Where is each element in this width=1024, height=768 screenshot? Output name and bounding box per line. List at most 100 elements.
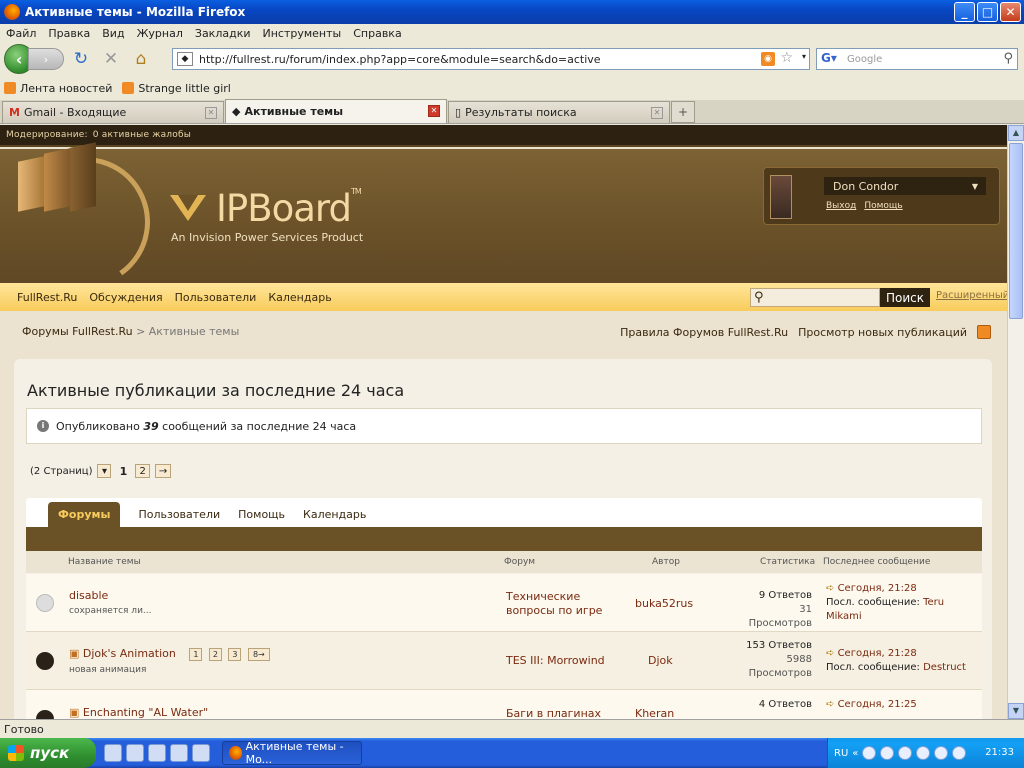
tray-icon[interactable]	[898, 746, 913, 760]
tab-search-results[interactable]: ▯ Результаты поиска ✕	[448, 101, 670, 123]
bookmark-strange-little-girl[interactable]: Strange little girl	[122, 82, 231, 95]
help-link[interactable]: Помощь	[864, 201, 902, 211]
page-jump-dropdown[interactable]: ▾	[97, 464, 112, 478]
tray-icon[interactable]	[952, 746, 967, 760]
minimize-button[interactable]: _	[954, 2, 975, 22]
new-tab-button[interactable]: +	[671, 101, 695, 123]
next-page-button[interactable]: →	[154, 464, 172, 478]
tab-forums[interactable]: Форумы	[48, 502, 121, 527]
quick-launch-icon[interactable]	[170, 744, 188, 762]
scroll-down-icon[interactable]: ▼	[1008, 703, 1024, 719]
forum-search-button[interactable]: Поиск	[880, 288, 930, 307]
topic-title-link[interactable]: disable	[69, 589, 108, 602]
bookmark-star-icon[interactable]: ☆	[780, 50, 793, 66]
last-post-date[interactable]: Сегодня, 21:28	[838, 583, 917, 594]
scrollbar-thumb[interactable]	[1009, 143, 1023, 319]
nav-fullrest[interactable]: FullRest.Ru	[17, 291, 77, 304]
menu-history[interactable]: Журнал	[137, 27, 183, 40]
maximize-button[interactable]: □	[977, 2, 998, 22]
topic-forum-link[interactable]: TES III: Morrowind	[506, 654, 626, 668]
tab-help[interactable]: Помощь	[238, 508, 285, 527]
nav-users[interactable]: Пользователи	[175, 291, 257, 304]
menu-view[interactable]: Вид	[102, 27, 124, 40]
quick-launch-icon[interactable]	[192, 744, 210, 762]
topic-title[interactable]: Enchanting "AL Water"	[83, 706, 208, 719]
search-icon[interactable]: ⚲	[1003, 51, 1013, 66]
home-icon[interactable]: ⌂	[128, 47, 154, 71]
topic-title[interactable]: Djok's Animation	[83, 647, 176, 660]
tab-close-icon[interactable]: ✕	[428, 105, 440, 117]
last-post-date[interactable]: Сегодня, 21:28	[838, 648, 917, 659]
stop-icon[interactable]: ✕	[98, 47, 124, 71]
nav-calendar[interactable]: Календарь	[268, 291, 331, 304]
topic-title-link[interactable]: ▣ Enchanting "AL Water"	[69, 706, 208, 719]
quick-launch-icon[interactable]	[148, 744, 166, 762]
url-bar[interactable]: ◆ http://fullrest.ru/forum/index.php?app…	[172, 48, 810, 70]
menu-file[interactable]: Файл	[6, 27, 36, 40]
tab-users[interactable]: Пользователи	[138, 508, 220, 527]
forum-search-input[interactable]: ⚲	[750, 288, 880, 307]
topic-forum-link[interactable]: Технические вопросы по игре	[506, 590, 626, 618]
bookmark-news-feed[interactable]: Лента новостей	[4, 82, 112, 95]
site-identity-icon[interactable]: ◆	[177, 52, 193, 66]
topic-forum-link[interactable]: Баги в плагинах	[506, 707, 626, 719]
reload-icon[interactable]: ↻	[68, 47, 94, 71]
google-engine-icon[interactable]: G▾	[821, 51, 843, 67]
topic-page-link[interactable]: 1	[189, 648, 203, 661]
menu-edit[interactable]: Правка	[48, 27, 90, 40]
tray-icon[interactable]	[862, 746, 877, 760]
tray-icon[interactable]	[916, 746, 931, 760]
scroll-up-icon[interactable]: ▲	[1008, 125, 1024, 141]
last-post-date[interactable]: Сегодня, 21:25	[838, 699, 917, 710]
topic-page-link[interactable]: 3	[228, 648, 242, 661]
nav-discussions[interactable]: Обсуждения	[89, 291, 162, 304]
advanced-search-link[interactable]: Расширенный	[936, 290, 1007, 301]
rss-feed-icon[interactable]	[977, 325, 991, 339]
tray-icon[interactable]	[934, 746, 949, 760]
topic-page-link[interactable]: 8→	[247, 648, 270, 661]
menu-bar: Файл Правка Вид Журнал Закладки Инструме…	[0, 24, 1024, 42]
view-new-posts-link[interactable]: Просмотр новых публикаций	[798, 326, 967, 339]
close-button[interactable]: ✕	[1000, 2, 1021, 22]
tab-label: Результаты поиска	[465, 106, 577, 119]
topic-author-link[interactable]: Kheran	[635, 707, 674, 719]
tray-icon[interactable]	[880, 746, 895, 760]
logout-link[interactable]: Выход	[826, 201, 856, 211]
last-post-author-link[interactable]: Destruct	[923, 662, 966, 673]
tab-calendar[interactable]: Календарь	[303, 508, 366, 527]
info-icon: i	[37, 420, 49, 432]
topic-title-link[interactable]: ▣ Djok's Animation 1 2 3 8→	[69, 647, 270, 661]
url-dropdown-icon[interactable]: ▾	[802, 52, 806, 61]
menu-tools[interactable]: Инструменты	[263, 27, 342, 40]
menu-help[interactable]: Справка	[353, 27, 401, 40]
page-2-link[interactable]: 2	[135, 464, 150, 478]
topic-page-link[interactable]: 2	[208, 648, 222, 661]
tab-active-topics[interactable]: ◆ Активные темы ✕	[225, 99, 447, 123]
forward-button[interactable]: ›	[28, 48, 64, 70]
windows-logo-icon	[8, 745, 24, 761]
moderation-reports-link[interactable]: 0 активные жалобы	[93, 130, 191, 140]
tab-close-icon[interactable]: ✕	[205, 107, 217, 119]
user-menu-dropdown[interactable]: Don Condor ▼	[824, 177, 986, 195]
tray-arrow-icon[interactable]: «	[852, 748, 858, 759]
topic-author-link[interactable]: buka52rus	[635, 597, 693, 610]
tab-gmail[interactable]: M Gmail - Входящие ✕	[2, 101, 224, 123]
start-button[interactable]: пуск	[0, 738, 96, 768]
breadcrumb-root[interactable]: Форумы FullRest.Ru	[22, 325, 133, 338]
status-bar: Готово	[0, 719, 1024, 738]
menu-bookmarks[interactable]: Закладки	[195, 27, 251, 40]
vertical-scrollbar[interactable]: ▲ ▼	[1007, 125, 1024, 719]
url-text[interactable]: http://fullrest.ru/forum/index.php?app=c…	[199, 53, 601, 66]
avatar[interactable]	[770, 175, 792, 219]
tab-close-icon[interactable]: ✕	[651, 107, 663, 119]
search-placeholder[interactable]: Google	[847, 54, 882, 65]
language-indicator[interactable]: RU	[834, 748, 848, 759]
active-topics-panel: Активные публикации за последние 24 часа…	[14, 359, 992, 719]
search-bar[interactable]: G▾ Google ⚲	[816, 48, 1018, 70]
topic-author-link[interactable]: Djok	[648, 654, 673, 667]
rss-feed-icon[interactable]: ◉	[761, 52, 775, 66]
quick-launch-icon[interactable]	[126, 744, 144, 762]
quick-launch-icon[interactable]	[104, 744, 122, 762]
forum-rules-link[interactable]: Правила Форумов FullRest.Ru	[620, 326, 788, 339]
taskbar-window-firefox[interactable]: Активные темы - Mo...	[222, 740, 362, 766]
